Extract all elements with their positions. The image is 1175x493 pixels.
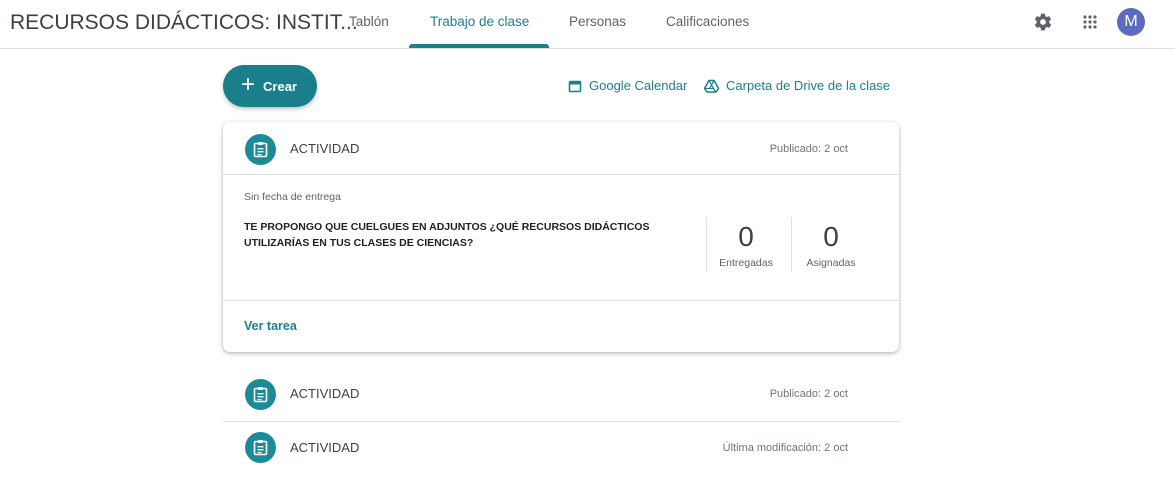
assignment-icon bbox=[245, 379, 276, 410]
google-calendar-label: Google Calendar bbox=[589, 78, 688, 93]
drive-icon bbox=[704, 79, 719, 93]
active-tab-indicator bbox=[409, 44, 549, 48]
avatar[interactable]: M bbox=[1117, 8, 1145, 36]
assignment-title: ACTIVIDAD bbox=[290, 440, 360, 455]
divider bbox=[223, 300, 899, 301]
assigned-stat[interactable]: 0 Asignadas bbox=[798, 221, 864, 270]
create-button-label: Crear bbox=[263, 78, 297, 94]
assignment-icon bbox=[245, 134, 276, 165]
gear-icon[interactable] bbox=[1031, 10, 1055, 34]
assignment-instructions: TE PROPONGO QUE CUELGUES EN ADJUNTOS ¿QU… bbox=[244, 221, 650, 249]
view-assignment-link[interactable]: Ver tarea bbox=[244, 319, 297, 333]
create-button[interactable]: + Crear bbox=[223, 65, 317, 107]
divider bbox=[223, 174, 899, 175]
google-calendar-link[interactable]: Google Calendar bbox=[568, 78, 687, 93]
assigned-label: Asignadas bbox=[806, 257, 856, 269]
drive-folder-label: Carpeta de Drive de la clase bbox=[726, 78, 891, 93]
tab-people[interactable]: Personas bbox=[569, 14, 626, 29]
top-bar: RECURSOS DIDÁCTICOS: INSTIT... Tablón Tr… bbox=[0, 0, 1175, 49]
tab-grades[interactable]: Calificaciones bbox=[666, 14, 749, 29]
divider bbox=[791, 217, 792, 272]
plus-icon: + bbox=[241, 71, 256, 98]
divider bbox=[706, 217, 707, 272]
calendar-icon bbox=[568, 80, 582, 92]
assignment-card-expanded: ACTIVIDAD Publicado: 2 oct Sin fecha de … bbox=[223, 122, 899, 352]
assigned-count: 0 bbox=[823, 221, 839, 252]
assignment-date: Publicado: 2 oct bbox=[769, 388, 848, 400]
turned-in-count: 0 bbox=[738, 221, 754, 252]
assignment-date: Publicado: 2 oct bbox=[769, 143, 848, 155]
drive-folder-link[interactable]: Carpeta de Drive de la clase bbox=[704, 78, 890, 93]
turned-in-stat[interactable]: 0 Entregadas bbox=[713, 221, 779, 270]
tab-classwork[interactable]: Trabajo de clase bbox=[430, 14, 529, 29]
tab-stream[interactable]: Tablón bbox=[349, 14, 389, 29]
due-date: Sin fecha de entrega bbox=[244, 191, 341, 203]
apps-grid-icon[interactable] bbox=[1078, 10, 1102, 34]
assignment-date: Última modificación: 2 oct bbox=[722, 442, 848, 454]
turned-in-label: Entregadas bbox=[719, 257, 773, 269]
assignment-row[interactable]: ACTIVIDAD Última modificación: 2 oct bbox=[223, 422, 899, 476]
class-title[interactable]: RECURSOS DIDÁCTICOS: INSTIT... bbox=[10, 11, 358, 35]
assignment-icon bbox=[245, 432, 276, 463]
assignment-title[interactable]: ACTIVIDAD bbox=[290, 141, 359, 156]
assignment-row[interactable]: ACTIVIDAD Publicado: 2 oct bbox=[223, 367, 899, 421]
assignment-title: ACTIVIDAD bbox=[290, 386, 360, 401]
